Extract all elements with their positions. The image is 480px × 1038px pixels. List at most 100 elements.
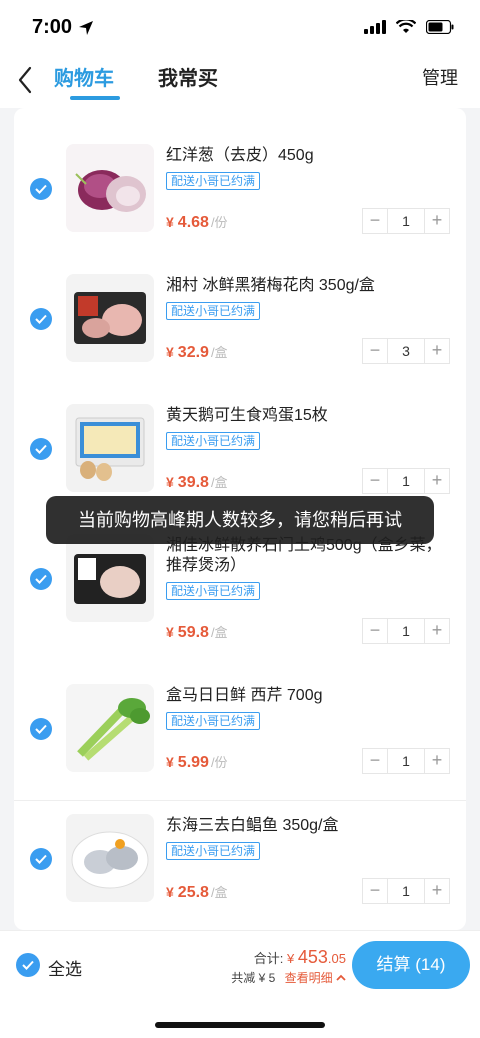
item-checkbox[interactable] <box>30 178 52 200</box>
price-unit: /盒 <box>210 345 228 360</box>
item-name[interactable]: 红洋葱（去皮）450g <box>166 146 442 166</box>
back-arrow-icon[interactable] <box>14 64 38 96</box>
decrease-button[interactable]: − <box>363 879 387 903</box>
item-name[interactable]: 湘村 冰鲜黑猪梅花肉 350g/盒 <box>166 276 442 296</box>
price-value: 4.68 <box>177 214 209 231</box>
checkmark-icon <box>35 854 47 864</box>
item-name[interactable]: 东海三去白鲳鱼 350g/盒 <box>166 816 442 836</box>
item-name[interactable]: 盒马日日鲜 西芹 700g <box>166 686 442 706</box>
location-arrow-icon <box>79 21 93 35</box>
item-price: ¥32.9/盒 <box>166 342 228 362</box>
quantity-stepper: − 1 + <box>362 618 450 644</box>
cart-item: 湘村 冰鲜黑猪梅花肉 350g/盒 配送小哥已约满 ¥32.9/盒 − 3 + <box>14 238 466 368</box>
increase-button[interactable]: + <box>425 749 449 773</box>
product-image-celery[interactable] <box>66 684 154 772</box>
item-price: ¥5.99/份 <box>166 752 228 772</box>
quantity-stepper: − 1 + <box>362 468 450 494</box>
celery-image <box>66 684 154 772</box>
checkmark-icon <box>35 574 47 584</box>
delivery-tag: 配送小哥已约满 <box>166 432 261 450</box>
checkmark-icon <box>22 960 34 970</box>
delivery-tag: 配送小哥已约满 <box>166 712 261 730</box>
decrease-button[interactable]: − <box>363 749 387 773</box>
delivery-tag: 配送小哥已约满 <box>166 842 261 860</box>
product-image-eggs[interactable] <box>66 404 154 492</box>
quantity-value[interactable]: 1 <box>387 209 425 233</box>
item-price: ¥4.68/份 <box>166 212 228 232</box>
currency-symbol: ¥ <box>166 214 174 230</box>
red-onion-image <box>66 144 154 232</box>
delivery-tag: 配送小哥已约满 <box>166 172 261 190</box>
item-price: ¥39.8/盒 <box>166 472 228 492</box>
price-unit: /份 <box>210 215 228 230</box>
price-value: 5.99 <box>177 754 209 771</box>
quantity-value[interactable]: 1 <box>387 749 425 773</box>
quantity-stepper: − 1 + <box>362 208 450 234</box>
active-tab-underline <box>70 96 120 100</box>
decrease-button[interactable]: − <box>363 209 387 233</box>
item-price: ¥59.8/盒 <box>166 622 228 642</box>
quantity-value[interactable]: 1 <box>387 879 425 903</box>
quantity-stepper: − 3 + <box>362 338 450 364</box>
price-value: 32.9 <box>177 344 209 361</box>
delivery-tag: 配送小哥已约满 <box>166 582 261 600</box>
total-amount: ¥ 453.05 <box>287 947 346 967</box>
price-unit: /盒 <box>210 885 228 900</box>
currency-symbol: ¥ <box>166 474 174 490</box>
manage-button[interactable]: 管理 <box>422 64 458 90</box>
select-all-checkbox[interactable] <box>16 953 40 977</box>
discount-text: 共减 ¥ 5 <box>231 971 276 985</box>
currency-symbol: ¥ <box>166 624 174 640</box>
price-unit: /盒 <box>210 625 228 640</box>
chevron-up-icon <box>336 974 346 981</box>
cart-item: 东海三去白鲳鱼 350g/盒 配送小哥已约满 ¥25.8/盒 − 1 + <box>14 778 466 908</box>
chicken-pack-image <box>66 534 154 622</box>
item-checkbox[interactable] <box>30 848 52 870</box>
price-unit: /份 <box>210 755 228 770</box>
quantity-value[interactable]: 1 <box>387 469 425 493</box>
price-value: 25.8 <box>177 884 209 901</box>
checkmark-icon <box>35 444 47 454</box>
decrease-button[interactable]: − <box>363 619 387 643</box>
status-time: 7:00 <box>32 16 73 38</box>
wifi-icon <box>396 20 416 33</box>
product-image-red-onion[interactable] <box>66 144 154 232</box>
item-price: ¥25.8/盒 <box>166 882 228 902</box>
increase-button[interactable]: + <box>425 879 449 903</box>
product-image-pork[interactable] <box>66 274 154 362</box>
product-image-pomfret[interactable] <box>66 814 154 902</box>
price-value: 59.8 <box>177 624 209 641</box>
item-checkbox[interactable] <box>30 568 52 590</box>
tab-cart[interactable]: 购物车 <box>54 62 114 91</box>
currency-symbol: ¥ <box>166 884 174 900</box>
view-details-label: 查看明细 <box>284 971 333 985</box>
view-details-link[interactable]: 查看明细 <box>285 971 346 985</box>
quantity-value[interactable]: 3 <box>387 339 425 363</box>
price-unit: /盒 <box>210 475 228 490</box>
item-checkbox[interactable] <box>30 718 52 740</box>
decrease-button[interactable]: − <box>363 339 387 363</box>
product-image-chicken[interactable] <box>66 534 154 622</box>
currency-symbol: ¥ <box>166 344 174 360</box>
total-label: 合计: <box>253 951 284 966</box>
cart-item: 盒马日日鲜 西芹 700g 配送小哥已约满 ¥5.99/份 − 1 + <box>14 648 466 778</box>
item-checkbox[interactable] <box>30 438 52 460</box>
increase-button[interactable]: + <box>425 339 449 363</box>
status-bar: 7:00 <box>0 0 480 56</box>
increase-button[interactable]: + <box>425 469 449 493</box>
increase-button[interactable]: + <box>425 619 449 643</box>
quantity-value[interactable]: 1 <box>387 619 425 643</box>
checkmark-icon <box>35 184 47 194</box>
checkout-button[interactable]: 结算 (14) <box>352 941 470 989</box>
pomfret-image <box>66 814 154 902</box>
cellular-signal-icon <box>364 20 386 34</box>
decrease-button[interactable]: − <box>363 469 387 493</box>
status-icons <box>364 20 454 34</box>
tab-frequent-buys[interactable]: 我常买 <box>158 62 218 91</box>
item-checkbox[interactable] <box>30 308 52 330</box>
item-name[interactable]: 黄天鹅可生食鸡蛋15枚 <box>166 406 442 426</box>
select-all-label[interactable]: 全选 <box>48 955 82 980</box>
increase-button[interactable]: + <box>425 209 449 233</box>
total-currency: ¥ <box>287 951 295 966</box>
currency-symbol: ¥ <box>166 754 174 770</box>
